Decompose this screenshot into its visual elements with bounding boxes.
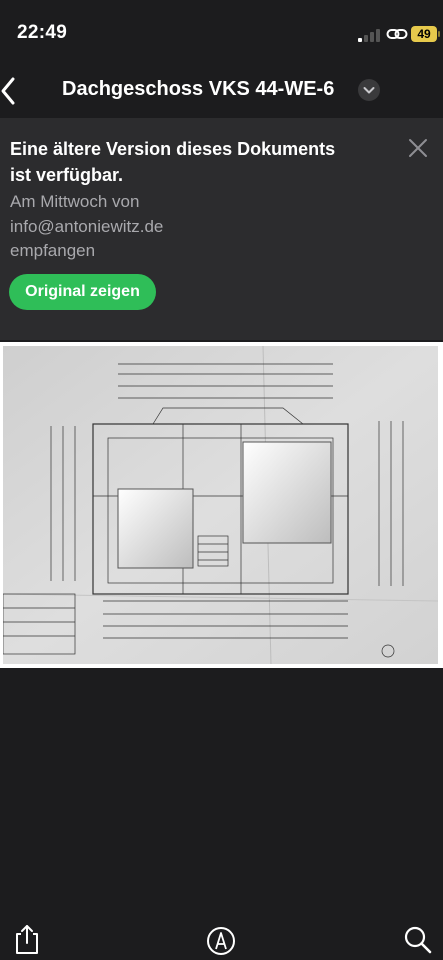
battery-nub: [438, 31, 440, 37]
chevron-left-icon[interactable]: [0, 74, 30, 108]
nav-bar: Dachgeschoss VKS 44-WE-6: [0, 68, 443, 114]
banner-subtitle: Am Mittwoch von info@antoniewitz.de empf…: [10, 192, 164, 260]
share-icon[interactable]: [12, 922, 42, 956]
search-icon[interactable]: [403, 922, 433, 956]
link-icon: [386, 29, 408, 39]
markup-icon[interactable]: [206, 922, 236, 956]
status-bar: 22:49 49: [0, 0, 443, 68]
floor-plan-image[interactable]: [3, 346, 438, 664]
show-original-button[interactable]: Original zeigen: [9, 274, 156, 310]
version-banner: Eine ältere Version dieses Dokuments ist…: [0, 118, 443, 340]
battery-icon: 49: [411, 26, 437, 42]
status-time: 22:49: [17, 22, 68, 43]
chevron-down-circle-icon[interactable]: [358, 79, 380, 101]
document-title[interactable]: Dachgeschoss VKS 44-WE-6: [62, 78, 334, 101]
signal-icon: [358, 29, 380, 42]
bottom-toolbar: [0, 918, 443, 960]
close-icon[interactable]: [408, 138, 428, 158]
banner-title: Eine ältere Version dieses Dokuments ist…: [10, 139, 336, 185]
document-page[interactable]: [0, 342, 443, 668]
